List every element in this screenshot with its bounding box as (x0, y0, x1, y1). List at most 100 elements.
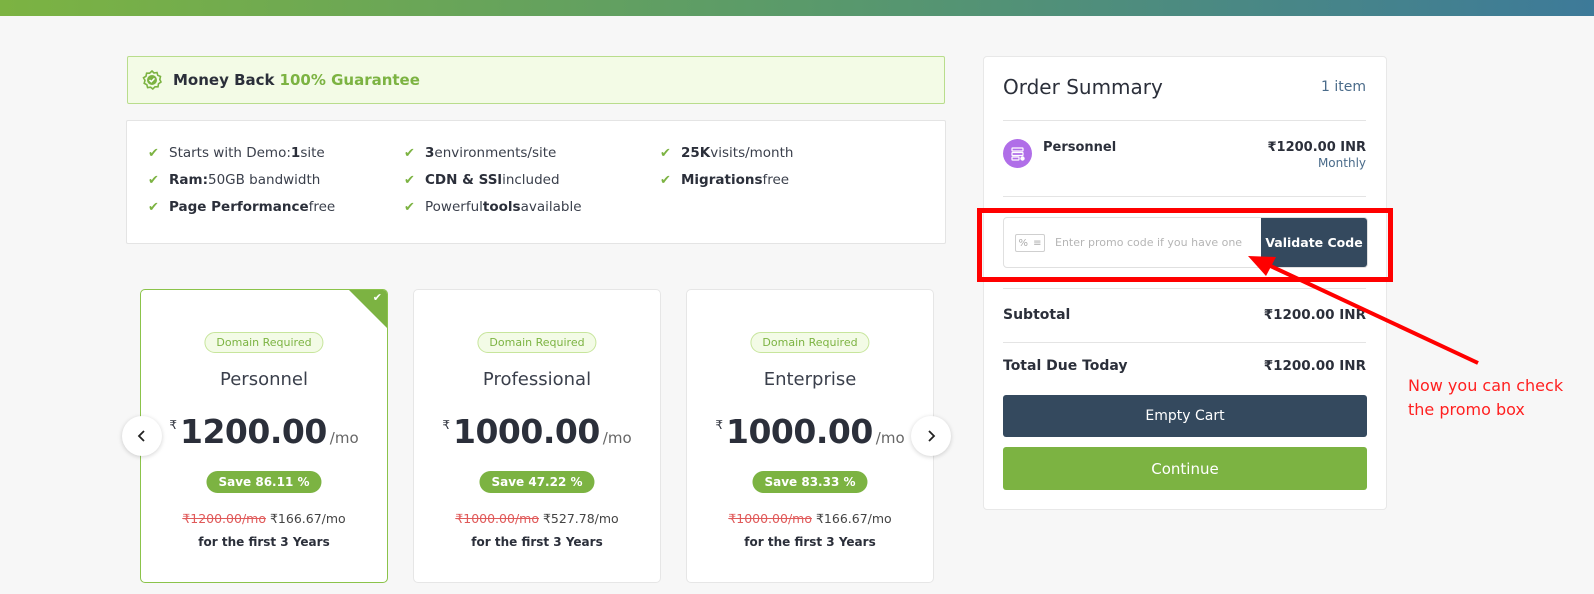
feature-text: site (300, 145, 325, 161)
continue-button[interactable]: Continue (1003, 447, 1367, 490)
new-price: ₹166.67/mo (265, 511, 346, 526)
cart-item-name: Personnel (1043, 140, 1117, 155)
currency-symbol: ₹ (442, 418, 450, 432)
check-icon: ✔ (148, 172, 159, 188)
guarantee-highlight: 100% Guarantee (279, 71, 420, 89)
plan-name: Personnel (220, 369, 308, 390)
chevron-right-icon (928, 430, 936, 442)
divider (1003, 342, 1366, 343)
feature-item: ✔ Migrations free (660, 172, 789, 188)
annotation-text: Now you can check the promo box (1408, 376, 1564, 419)
plan-price: ₹1000.00/mo (414, 412, 660, 451)
price-amount: 1200.00 (179, 412, 327, 451)
plan-card-professional[interactable]: Domain Required Professional ₹1000.00/mo… (413, 289, 661, 583)
feature-item: ✔ 25K visits/month (660, 145, 793, 161)
discount-row: ₹1000.00/mo ₹527.78/mo (414, 511, 660, 526)
empty-cart-button[interactable]: Empty Cart (1003, 395, 1367, 437)
old-price: ₹1000.00/mo (728, 511, 812, 526)
check-icon: ✔ (372, 291, 382, 304)
currency-symbol: ₹ (169, 418, 177, 432)
term-text: for the first 3 Years (744, 535, 876, 549)
domain-required-badge: Domain Required (750, 332, 870, 353)
feature-text: Powerful (425, 199, 483, 215)
guarantee-prefix: Money Back (173, 71, 275, 89)
check-icon: ✔ (660, 172, 671, 188)
check-icon: ✔ (404, 145, 415, 161)
feature-item: ✔ Powerful tools available (404, 199, 582, 215)
plan-price: ₹1200.00/mo (141, 412, 387, 451)
feature-bold: Migrations (681, 172, 763, 188)
feature-text: visits/month (710, 145, 794, 161)
discount-row: ₹1000.00/mo ₹166.67/mo (687, 511, 933, 526)
feature-bold: 25K (681, 145, 711, 161)
money-back-banner: Money Back 100% Guarantee (127, 56, 945, 104)
feature-item: ✔ Ram: 50GB bandwidth (148, 172, 320, 188)
old-price: ₹1200.00/mo (182, 511, 266, 526)
price-amount: 1000.00 (452, 412, 600, 451)
cart-item-cycle: Monthly (1317, 156, 1366, 170)
feature-bold: 3 (425, 145, 435, 161)
discount-row: ₹1200.00/mo ₹166.67/mo (141, 511, 387, 526)
save-badge: Save 86.11 % (206, 471, 322, 493)
check-icon: ✔ (404, 199, 415, 215)
features-panel: ✔ Starts with Demo: 1 site ✔ 3 environme… (126, 120, 946, 244)
plan-name: Professional (482, 369, 592, 390)
feature-text: free (762, 172, 790, 188)
subtotal-label: Subtotal (1003, 307, 1071, 323)
currency-symbol: ₹ (715, 418, 723, 432)
feature-bold: tools (482, 199, 521, 215)
feature-item: ✔ Page Performance free (148, 199, 335, 215)
feature-text: environments/site (434, 145, 557, 161)
carousel-prev-button[interactable] (122, 416, 162, 456)
feature-item: ✔ 3 environments/site (404, 145, 556, 161)
feature-bold: Ram: (169, 172, 208, 188)
term-text: for the first 3 Years (471, 535, 603, 549)
divider (1003, 120, 1366, 121)
new-price: ₹166.67/mo (811, 511, 892, 526)
plan-name: Enterprise (763, 369, 857, 390)
price-period: /mo (329, 429, 359, 447)
plan-card-personnel[interactable]: ✔ Domain Required Personnel ₹1200.00/mo … (140, 289, 388, 583)
feature-bold: Page Performance (169, 199, 309, 215)
top-gradient-bar (0, 0, 1594, 16)
divider (1003, 288, 1366, 289)
price-period: /mo (875, 429, 905, 447)
old-price: ₹1000.00/mo (455, 511, 539, 526)
chevron-left-icon (137, 430, 145, 442)
feature-text: 50GB bandwidth (207, 172, 321, 188)
plan-price: ₹1000.00/mo (687, 412, 933, 451)
subtotal-value: ₹1200.00 INR (1263, 307, 1366, 323)
save-badge: Save 47.22 % (479, 471, 595, 493)
feature-item: ✔ Starts with Demo: 1 site (148, 145, 325, 161)
feature-text: included (502, 172, 560, 188)
total-due-label: Total Due Today (1003, 358, 1128, 374)
shield-check-badge-icon (142, 70, 162, 90)
save-badge: Save 83.33 % (752, 471, 868, 493)
domain-required-badge: Domain Required (204, 332, 324, 353)
feature-text: free (308, 199, 336, 215)
price-period: /mo (602, 429, 632, 447)
divider (1003, 196, 1366, 197)
feature-text: Starts with Demo: (169, 145, 291, 161)
total-due-value: ₹1200.00 INR (1263, 358, 1366, 374)
check-icon: ✔ (148, 145, 159, 161)
annotation-highlight-box (977, 208, 1393, 282)
feature-bold: 1 (290, 145, 301, 161)
domain-required-badge: Domain Required (477, 332, 597, 353)
cart-item-price: ₹1200.00 INR (1267, 140, 1366, 155)
new-price: ₹527.78/mo (538, 511, 619, 526)
term-text: for the first 3 Years (198, 535, 330, 549)
carousel-next-button[interactable] (911, 416, 951, 456)
order-summary-panel: Order Summary 1 item Personnel ₹1200.00 … (983, 56, 1387, 510)
order-summary-title: Order Summary (1003, 75, 1163, 99)
feature-bold: CDN & SSl (425, 172, 503, 188)
check-icon: ✔ (148, 199, 159, 215)
server-gear-icon (1003, 139, 1032, 168)
plan-card-enterprise[interactable]: Domain Required Enterprise ₹1000.00/mo S… (686, 289, 934, 583)
check-icon: ✔ (660, 145, 671, 161)
feature-item: ✔ CDN & SSl included (404, 172, 560, 188)
item-count: 1 item (1321, 79, 1366, 95)
feature-text: available (520, 199, 582, 215)
price-amount: 1000.00 (725, 412, 873, 451)
check-icon: ✔ (404, 172, 415, 188)
